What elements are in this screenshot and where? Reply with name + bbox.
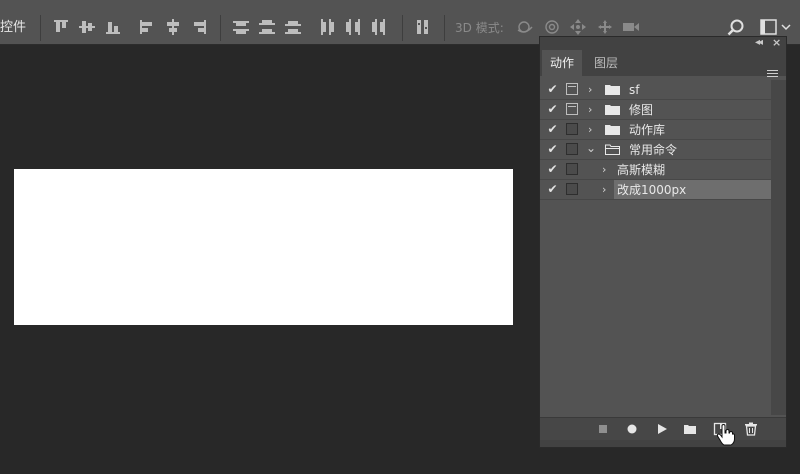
search-icon[interactable] bbox=[727, 19, 745, 37]
action-set-row[interactable]: ✔ › 修图 bbox=[540, 100, 771, 120]
3d-orbit-icon[interactable] bbox=[516, 18, 534, 36]
action-name-area[interactable]: › 修图 bbox=[584, 100, 771, 119]
record-icon[interactable] bbox=[625, 422, 639, 436]
new-set-icon[interactable] bbox=[683, 422, 697, 436]
actions-panel: ◂◂ × 动作 图层 ✔ › sf ✔ › 修图 ✔ › 动作库 ✔ ⌄ 常用命… bbox=[539, 36, 787, 448]
3d-video-camera-icon[interactable] bbox=[622, 18, 640, 36]
folder-icon bbox=[605, 85, 620, 95]
panel-resize-handle[interactable] bbox=[540, 440, 786, 447]
align-vertical-centers-icon[interactable] bbox=[78, 18, 96, 36]
align-left-edges-icon[interactable] bbox=[138, 18, 156, 36]
action-set-row[interactable]: ✔ › sf bbox=[540, 80, 771, 100]
toggle-dialog-icon[interactable] bbox=[566, 163, 578, 175]
action-set-row[interactable]: ✔ › 动作库 bbox=[540, 120, 771, 140]
play-icon[interactable] bbox=[655, 422, 669, 436]
collapse-chevron-icon[interactable]: ⌄ bbox=[586, 140, 596, 156]
tab-layers[interactable]: 图层 bbox=[586, 50, 626, 76]
expand-chevron-icon[interactable]: › bbox=[588, 82, 592, 98]
toggle-item-checkmark-icon[interactable]: ✔ bbox=[546, 123, 559, 136]
expand-chevron-icon[interactable]: › bbox=[602, 182, 606, 198]
toggle-dialog-icon[interactable] bbox=[566, 143, 578, 155]
action-name-area[interactable]: › sf bbox=[584, 80, 771, 99]
panel-menu-icon[interactable] bbox=[767, 70, 778, 79]
options-bar-label: 控件 bbox=[0, 20, 27, 35]
action-label: 常用命令 bbox=[629, 143, 678, 157]
collapse-panel-icon[interactable]: ◂◂ bbox=[755, 36, 763, 49]
action-label: 修图 bbox=[629, 103, 654, 117]
toggle-item-checkmark-icon[interactable]: ✔ bbox=[546, 163, 559, 176]
toolbar-divider bbox=[220, 15, 221, 41]
3d-pan-icon[interactable] bbox=[569, 18, 587, 36]
action-name-area[interactable]: › 高斯模糊 bbox=[584, 160, 771, 179]
toggle-item-checkmark-icon[interactable]: ✔ bbox=[546, 183, 559, 196]
distribute-horizontal-centers-icon[interactable] bbox=[344, 18, 362, 36]
action-name-area[interactable]: › 动作库 bbox=[584, 120, 771, 139]
action-label: 高斯模糊 bbox=[617, 163, 666, 177]
toggle-dialog-icon[interactable] bbox=[566, 183, 578, 195]
toggle-dialog-icon[interactable] bbox=[566, 83, 578, 95]
tab-actions[interactable]: 动作 bbox=[542, 50, 583, 76]
panel-title-bar[interactable]: ◂◂ × bbox=[540, 36, 786, 50]
action-row[interactable]: ✔ › 改成1000px bbox=[540, 180, 771, 200]
actions-list: ✔ › sf ✔ › 修图 ✔ › 动作库 ✔ ⌄ 常用命令 ✔ › 高斯模糊 … bbox=[540, 80, 771, 200]
panel-scrollbar[interactable] bbox=[771, 80, 786, 415]
align-right-edges-icon[interactable] bbox=[190, 18, 208, 36]
distribute-bottom-icon[interactable] bbox=[284, 18, 302, 36]
action-label: 改成1000px bbox=[617, 183, 687, 197]
3d-roll-icon[interactable] bbox=[543, 18, 561, 36]
3d-mode-label: 3D 模式: bbox=[455, 21, 504, 35]
align-top-edges-icon[interactable] bbox=[52, 18, 70, 36]
trash-icon[interactable] bbox=[744, 422, 758, 436]
action-label: 动作库 bbox=[629, 123, 666, 137]
3d-slide-icon[interactable] bbox=[596, 18, 614, 36]
stop-icon[interactable] bbox=[596, 422, 610, 436]
document-canvas[interactable] bbox=[14, 169, 513, 325]
folder-icon bbox=[605, 125, 620, 135]
panel-bottom-toolbar bbox=[540, 417, 786, 440]
toggle-item-checkmark-icon[interactable]: ✔ bbox=[546, 103, 559, 116]
action-name-area[interactable]: ⌄ 常用命令 bbox=[584, 140, 771, 159]
toggle-dialog-icon[interactable] bbox=[566, 123, 578, 135]
panel-tab-bar: 动作 图层 bbox=[540, 50, 786, 79]
open-folder-icon bbox=[605, 144, 620, 155]
toggle-dialog-icon[interactable] bbox=[566, 103, 578, 115]
close-panel-icon[interactable]: × bbox=[772, 36, 781, 49]
align-bottom-edges-icon[interactable] bbox=[104, 18, 122, 36]
distribute-vertical-centers-icon[interactable] bbox=[258, 18, 276, 36]
auto-align-layers-icon[interactable] bbox=[414, 18, 432, 36]
distribute-top-icon[interactable] bbox=[232, 18, 250, 36]
expand-chevron-icon[interactable]: › bbox=[588, 102, 592, 118]
distribute-right-icon[interactable] bbox=[370, 18, 388, 36]
toolbar-divider bbox=[402, 15, 403, 41]
toolbar-divider bbox=[444, 15, 445, 41]
toolbar-divider bbox=[40, 15, 41, 41]
action-row[interactable]: ✔ › 高斯模糊 bbox=[540, 160, 771, 180]
distribute-left-icon[interactable] bbox=[318, 18, 336, 36]
align-horizontal-centers-icon[interactable] bbox=[164, 18, 182, 36]
toggle-item-checkmark-icon[interactable]: ✔ bbox=[546, 143, 559, 156]
action-name-area[interactable]: › 改成1000px bbox=[602, 180, 771, 199]
hand-cursor-icon bbox=[716, 424, 735, 446]
folder-icon bbox=[605, 105, 620, 115]
expand-chevron-icon[interactable]: › bbox=[588, 122, 592, 138]
action-set-row[interactable]: ✔ ⌄ 常用命令 bbox=[540, 140, 771, 160]
toggle-item-checkmark-icon[interactable]: ✔ bbox=[546, 83, 559, 96]
expand-chevron-icon[interactable]: › bbox=[602, 162, 606, 178]
action-label: sf bbox=[629, 83, 640, 97]
